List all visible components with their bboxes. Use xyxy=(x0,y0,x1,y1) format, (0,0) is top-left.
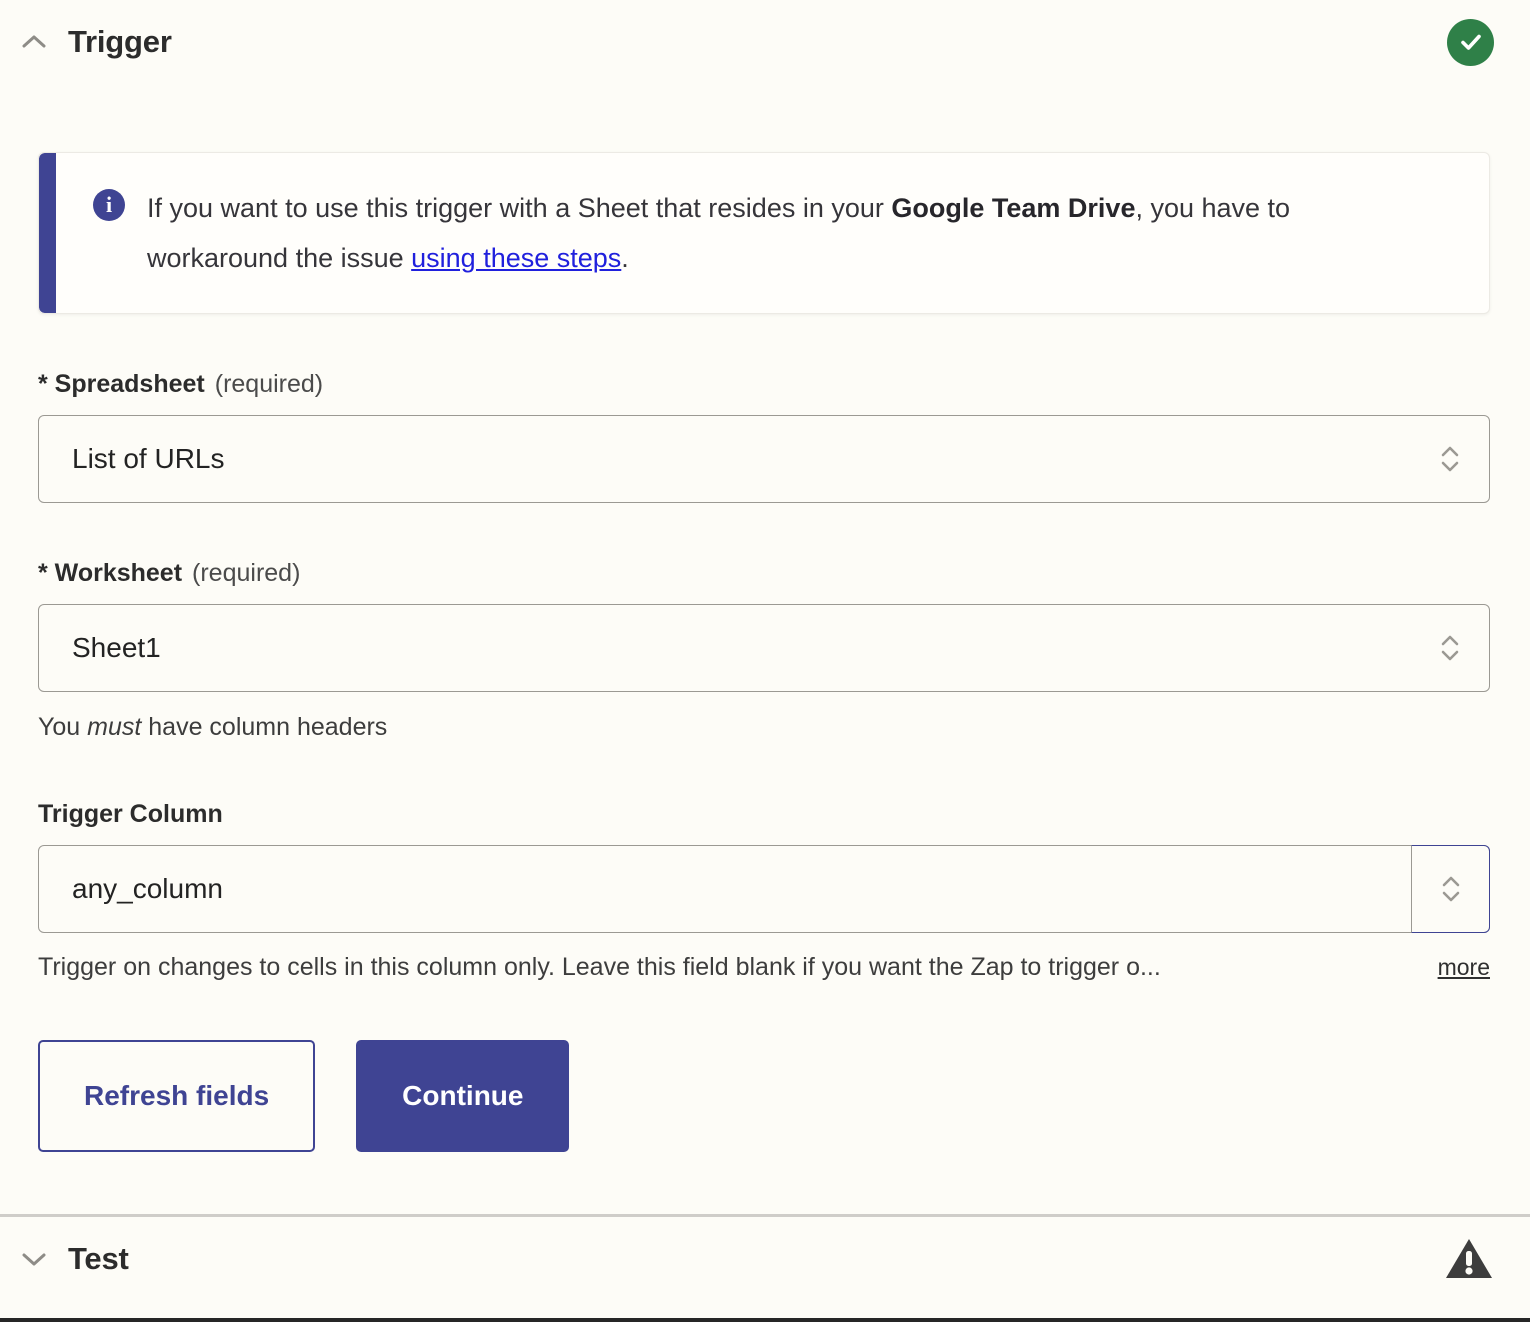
trigger-column-label: Trigger Column xyxy=(38,800,1490,829)
info-text-part3: . xyxy=(621,243,629,273)
warning-triangle-icon xyxy=(1444,1236,1494,1282)
trigger-section-body: i If you want to use this trigger with a… xyxy=(0,152,1530,1214)
worksheet-label-text: * Worksheet xyxy=(38,559,182,587)
test-section-title: Test xyxy=(68,1241,129,1277)
continue-button[interactable]: Continue xyxy=(356,1040,569,1152)
worksheet-select-value: Sheet1 xyxy=(39,632,161,664)
trigger-button-row: Refresh fields Continue xyxy=(38,1040,1490,1214)
bottom-rule xyxy=(0,1318,1530,1322)
check-circle-icon xyxy=(1447,19,1494,66)
spreadsheet-required-note: (required) xyxy=(215,370,323,398)
worksheet-help-prefix: You xyxy=(38,713,87,741)
chevron-up-down-icon xyxy=(1440,869,1462,909)
spreadsheet-label-text: * Spreadsheet xyxy=(38,370,205,398)
trigger-column-select[interactable]: any_column xyxy=(38,845,1490,933)
spreadsheet-select-value: List of URLs xyxy=(39,443,225,475)
trigger-section-header[interactable]: Trigger xyxy=(0,0,1530,84)
more-link[interactable]: more xyxy=(1438,954,1490,981)
worksheet-select[interactable]: Sheet1 xyxy=(38,604,1490,692)
page-title: Trigger xyxy=(68,24,172,60)
field-group-spreadsheet: * Spreadsheet (required) List of URLs xyxy=(38,370,1490,503)
worksheet-help-text: You must have column headers xyxy=(38,710,1490,744)
refresh-fields-button[interactable]: Refresh fields xyxy=(38,1040,315,1152)
chevron-up-icon[interactable] xyxy=(14,22,54,62)
using-these-steps-link[interactable]: using these steps xyxy=(411,243,621,273)
worksheet-help-suffix: have column headers xyxy=(141,713,387,741)
trigger-column-select-value: any_column xyxy=(39,873,223,905)
info-text-part1: If you want to use this trigger with a S… xyxy=(147,193,891,223)
chevron-down-icon[interactable] xyxy=(14,1239,54,1279)
worksheet-help-emphasis: must xyxy=(87,713,141,741)
info-icon: i xyxy=(93,189,125,221)
field-group-worksheet: * Worksheet (required) Sheet1 You must ha… xyxy=(38,559,1490,744)
chevron-up-down-icon xyxy=(1439,439,1461,479)
field-group-trigger-column: Trigger Column any_column Trigger on cha… xyxy=(38,800,1490,982)
worksheet-required-note: (required) xyxy=(192,559,300,587)
trigger-column-dropdown-button[interactable] xyxy=(1411,845,1490,933)
spreadsheet-label: * Spreadsheet (required) xyxy=(38,370,1490,399)
trigger-column-help-row: Trigger on changes to cells in this colu… xyxy=(38,953,1490,982)
info-banner-text: If you want to use this trigger with a S… xyxy=(147,183,1417,283)
trigger-column-help-text: Trigger on changes to cells in this colu… xyxy=(38,953,1161,982)
info-text-bold: Google Team Drive xyxy=(891,193,1135,223)
trigger-column-label-text: Trigger Column xyxy=(38,800,223,828)
worksheet-label: * Worksheet (required) xyxy=(38,559,1490,588)
spreadsheet-select[interactable]: List of URLs xyxy=(38,415,1490,503)
info-banner: i If you want to use this trigger with a… xyxy=(38,152,1490,314)
chevron-up-down-icon xyxy=(1439,628,1461,668)
test-section-header[interactable]: Test xyxy=(0,1217,1530,1301)
